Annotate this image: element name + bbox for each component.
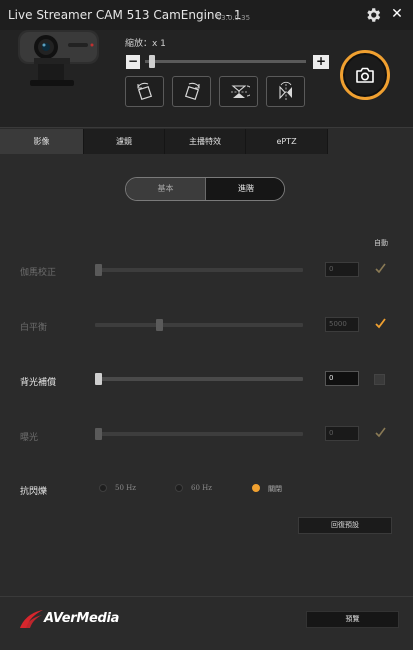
mode-basic-button[interactable]: 基本	[126, 178, 206, 200]
white-balance-slider-thumb[interactable]	[156, 319, 163, 331]
mode-toggle: 基本 進階	[125, 177, 285, 201]
tab-streamer-effects[interactable]: 主播特效	[165, 129, 246, 154]
backlight-value-input[interactable]: 0	[325, 371, 359, 386]
restore-defaults-button[interactable]: 回復預設	[298, 517, 392, 534]
auto-column-header: 自動	[374, 239, 388, 247]
preview-button[interactable]: 預覽	[306, 611, 399, 628]
white-balance-value-input[interactable]: 5000	[325, 317, 359, 332]
gamma-slider-track[interactable]	[95, 268, 303, 272]
flicker-60hz-label: 60 Hz	[191, 484, 212, 492]
exposure-auto-checkmark-icon[interactable]	[374, 426, 387, 439]
backlight-slider-thumb[interactable]	[95, 373, 102, 385]
zoom-in-button[interactable]: +	[313, 55, 329, 69]
exposure-slider-thumb[interactable]	[95, 428, 102, 440]
flicker-off-label: 關閉	[268, 485, 282, 493]
mirror-horizontal-button[interactable]	[266, 76, 305, 107]
rotate-left-icon	[137, 82, 153, 101]
gear-icon[interactable]	[364, 6, 382, 24]
exposure-slider-track[interactable]	[95, 432, 303, 436]
zoom-out-button[interactable]: −	[126, 55, 140, 69]
flip-vertical-icon	[231, 85, 250, 98]
gamma-auto-checkmark-icon[interactable]	[374, 262, 387, 275]
white-balance-auto-checkmark-icon[interactable]	[374, 317, 387, 330]
gamma-value-input[interactable]: 0	[325, 262, 359, 277]
flip-vertical-button[interactable]	[219, 76, 258, 107]
zoom-label: 縮放：x 1	[125, 39, 166, 49]
mirror-horizontal-icon	[279, 81, 292, 101]
anti-flicker-label: 抗閃爍	[20, 487, 48, 497]
mode-advanced-button[interactable]: 進階	[206, 178, 284, 200]
rotate-left-button[interactable]	[125, 76, 164, 107]
close-icon[interactable]: ✕	[389, 5, 405, 23]
zoom-slider-track[interactable]	[145, 60, 306, 63]
camera-icon	[356, 67, 374, 83]
backlight-auto-checkbox[interactable]	[374, 374, 385, 385]
gamma-label: 伽馬校正	[20, 268, 57, 278]
flicker-60hz-radio[interactable]	[175, 484, 183, 492]
zoom-slider-thumb[interactable]	[149, 55, 155, 68]
backlight-slider-track[interactable]	[95, 377, 303, 381]
exposure-value-input[interactable]: 0	[325, 426, 359, 441]
tab-image[interactable]: 影像	[0, 129, 84, 154]
tab-bar: 影像 濾鏡 主播特效 ePTZ	[0, 129, 413, 154]
rotate-right-button[interactable]	[172, 76, 211, 107]
flicker-50hz-label: 50 Hz	[115, 484, 136, 492]
white-balance-slider-track[interactable]	[95, 323, 303, 327]
avermedia-logo-icon	[20, 610, 43, 628]
exposure-label: 曝光	[20, 433, 39, 443]
backlight-label: 背光補償	[20, 378, 57, 388]
avermedia-logo-text: AVerMedia	[44, 611, 120, 626]
snapshot-button[interactable]	[340, 50, 390, 100]
white-balance-label: 白平衡	[20, 323, 48, 333]
version-label: v3.0.0.35	[217, 14, 251, 22]
flicker-off-radio[interactable]	[252, 484, 260, 492]
flicker-50hz-radio[interactable]	[99, 484, 107, 492]
gamma-slider-thumb[interactable]	[95, 264, 102, 276]
footer-divider	[0, 596, 413, 597]
tab-filter[interactable]: 濾鏡	[84, 129, 165, 154]
webcam-image	[18, 30, 99, 86]
tab-eptz[interactable]: ePTZ	[246, 129, 328, 154]
rotate-right-icon	[184, 82, 200, 101]
